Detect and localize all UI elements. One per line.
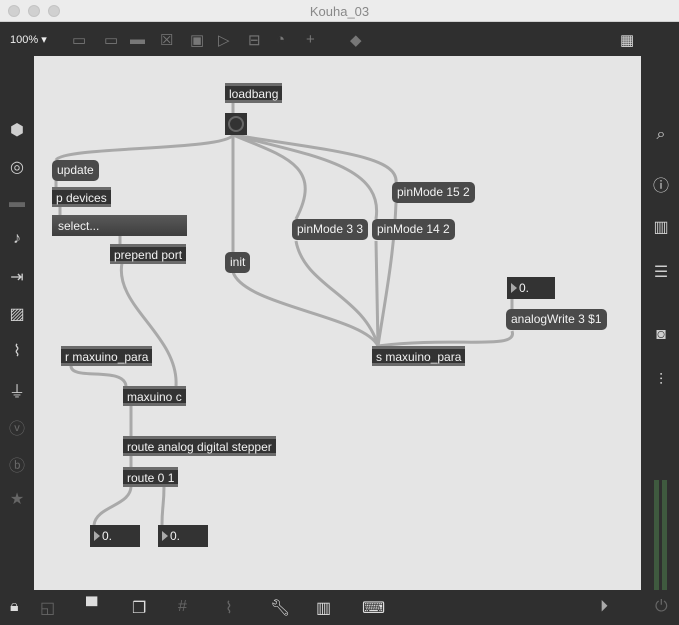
- float-number-box-left[interactable]: 0.: [90, 525, 140, 547]
- p-devices-object[interactable]: p devices: [52, 187, 111, 207]
- wrench-icon[interactable]: 🔧︎: [270, 598, 290, 618]
- beap-icon[interactable]: ⓑ: [6, 452, 28, 476]
- step-icon[interactable]: ⇥: [6, 267, 28, 287]
- audio-play-icon[interactable]: ⏵: [600, 598, 608, 616]
- prepend-port-object[interactable]: prepend port: [110, 244, 187, 264]
- plug-icon[interactable]: ⏚: [6, 378, 28, 402]
- level-meter-right: [662, 480, 667, 590]
- lock-icon[interactable]: 🔒︎: [10, 598, 19, 616]
- piano-keys-icon[interactable]: ▥: [316, 598, 331, 618]
- route-analog-digital-stepper-object[interactable]: route analog digital stepper: [123, 436, 276, 456]
- mixer-icon[interactable]: ⫶: [650, 372, 672, 390]
- add-icon[interactable]: +: [306, 31, 315, 48]
- init-message[interactable]: init: [225, 252, 251, 273]
- dial-icon[interactable]: ◔: [276, 31, 285, 48]
- new-message-icon[interactable]: ▭: [104, 31, 118, 49]
- loadbang-object[interactable]: loadbang: [225, 83, 283, 103]
- update-message[interactable]: update: [52, 160, 99, 181]
- route-0-1-object[interactable]: route 0 1: [123, 467, 179, 487]
- comment-icon[interactable]: ▬: [130, 31, 145, 48]
- bang-button[interactable]: [225, 113, 247, 135]
- grid-snap-icon[interactable]: #: [178, 598, 187, 616]
- toolbar: 100% ▾ ▭ ▭ ▬ ☒ ▣ ▷ ⊟ ◔ + ◆ ▦: [0, 22, 679, 56]
- music-note-icon[interactable]: ♪: [6, 230, 28, 248]
- cube-icon[interactable]: ⬢: [6, 120, 28, 140]
- maxuino-object[interactable]: maxuino c: [123, 386, 186, 406]
- book-icon[interactable]: ▥: [650, 217, 672, 237]
- float-number-box[interactable]: 0.: [507, 277, 555, 299]
- new-object-icon[interactable]: ▭: [72, 31, 86, 49]
- search-icon[interactable]: ⌕: [650, 126, 672, 144]
- level-meter-left: [654, 480, 659, 590]
- device-menu[interactable]: select...: [52, 215, 187, 236]
- button-object-icon[interactable]: ☒: [160, 31, 173, 49]
- toggle-object-icon[interactable]: ▣: [190, 31, 204, 49]
- grid-icon[interactable]: ▦: [620, 31, 634, 49]
- send-maxuino-para-object[interactable]: s maxuino_para: [372, 346, 466, 366]
- target-icon[interactable]: ◎: [6, 157, 28, 177]
- layers-icon[interactable]: ❐: [132, 598, 146, 618]
- presentation-icon[interactable]: ▀: [86, 598, 97, 616]
- zoom-level-dropdown[interactable]: 100% ▾: [10, 33, 47, 46]
- snapshot-icon[interactable]: ◙: [650, 326, 672, 344]
- pinmode-3-3-message[interactable]: pinMode 3 3: [292, 219, 369, 240]
- analogwrite-message[interactable]: analogWrite 3 $1: [506, 309, 607, 330]
- play-object-icon[interactable]: ▷: [218, 31, 230, 49]
- paperclip-icon[interactable]: ⌇: [6, 341, 28, 361]
- list-icon[interactable]: ☰: [650, 262, 672, 282]
- receive-maxuino-para-object[interactable]: r maxuino_para: [61, 346, 153, 366]
- float-number-box-right[interactable]: 0.: [158, 525, 208, 547]
- zoom-level: 100%: [10, 34, 39, 46]
- image-icon[interactable]: ▨: [6, 304, 28, 324]
- presentation-select-icon[interactable]: ◱: [40, 598, 55, 618]
- vizzie-icon[interactable]: ⓥ: [6, 415, 28, 439]
- bang-circle-icon: [228, 116, 244, 132]
- pinmode-15-2-message[interactable]: pinMode 15 2: [392, 182, 475, 203]
- window-title: Kouha_03: [309, 4, 370, 19]
- panel-icon[interactable]: ▬: [6, 194, 28, 212]
- patcher-canvas[interactable]: loadbang update p devices select... prep…: [34, 56, 641, 590]
- keyboard-icon[interactable]: ⌨: [362, 598, 385, 618]
- add-attachment-icon[interactable]: ⌇: [225, 598, 233, 618]
- power-icon[interactable]: ⏻: [655, 598, 668, 616]
- cord: [54, 133, 235, 162]
- slider-object-icon[interactable]: ⊟: [248, 31, 261, 49]
- star-icon[interactable]: ★: [6, 489, 28, 509]
- title-bar: Kouha_03: [0, 0, 679, 22]
- info-icon[interactable]: ⓘ: [650, 172, 672, 196]
- paint-bucket-icon[interactable]: ◆: [350, 31, 362, 49]
- pinmode-14-2-message[interactable]: pinMode 14 2: [372, 219, 455, 240]
